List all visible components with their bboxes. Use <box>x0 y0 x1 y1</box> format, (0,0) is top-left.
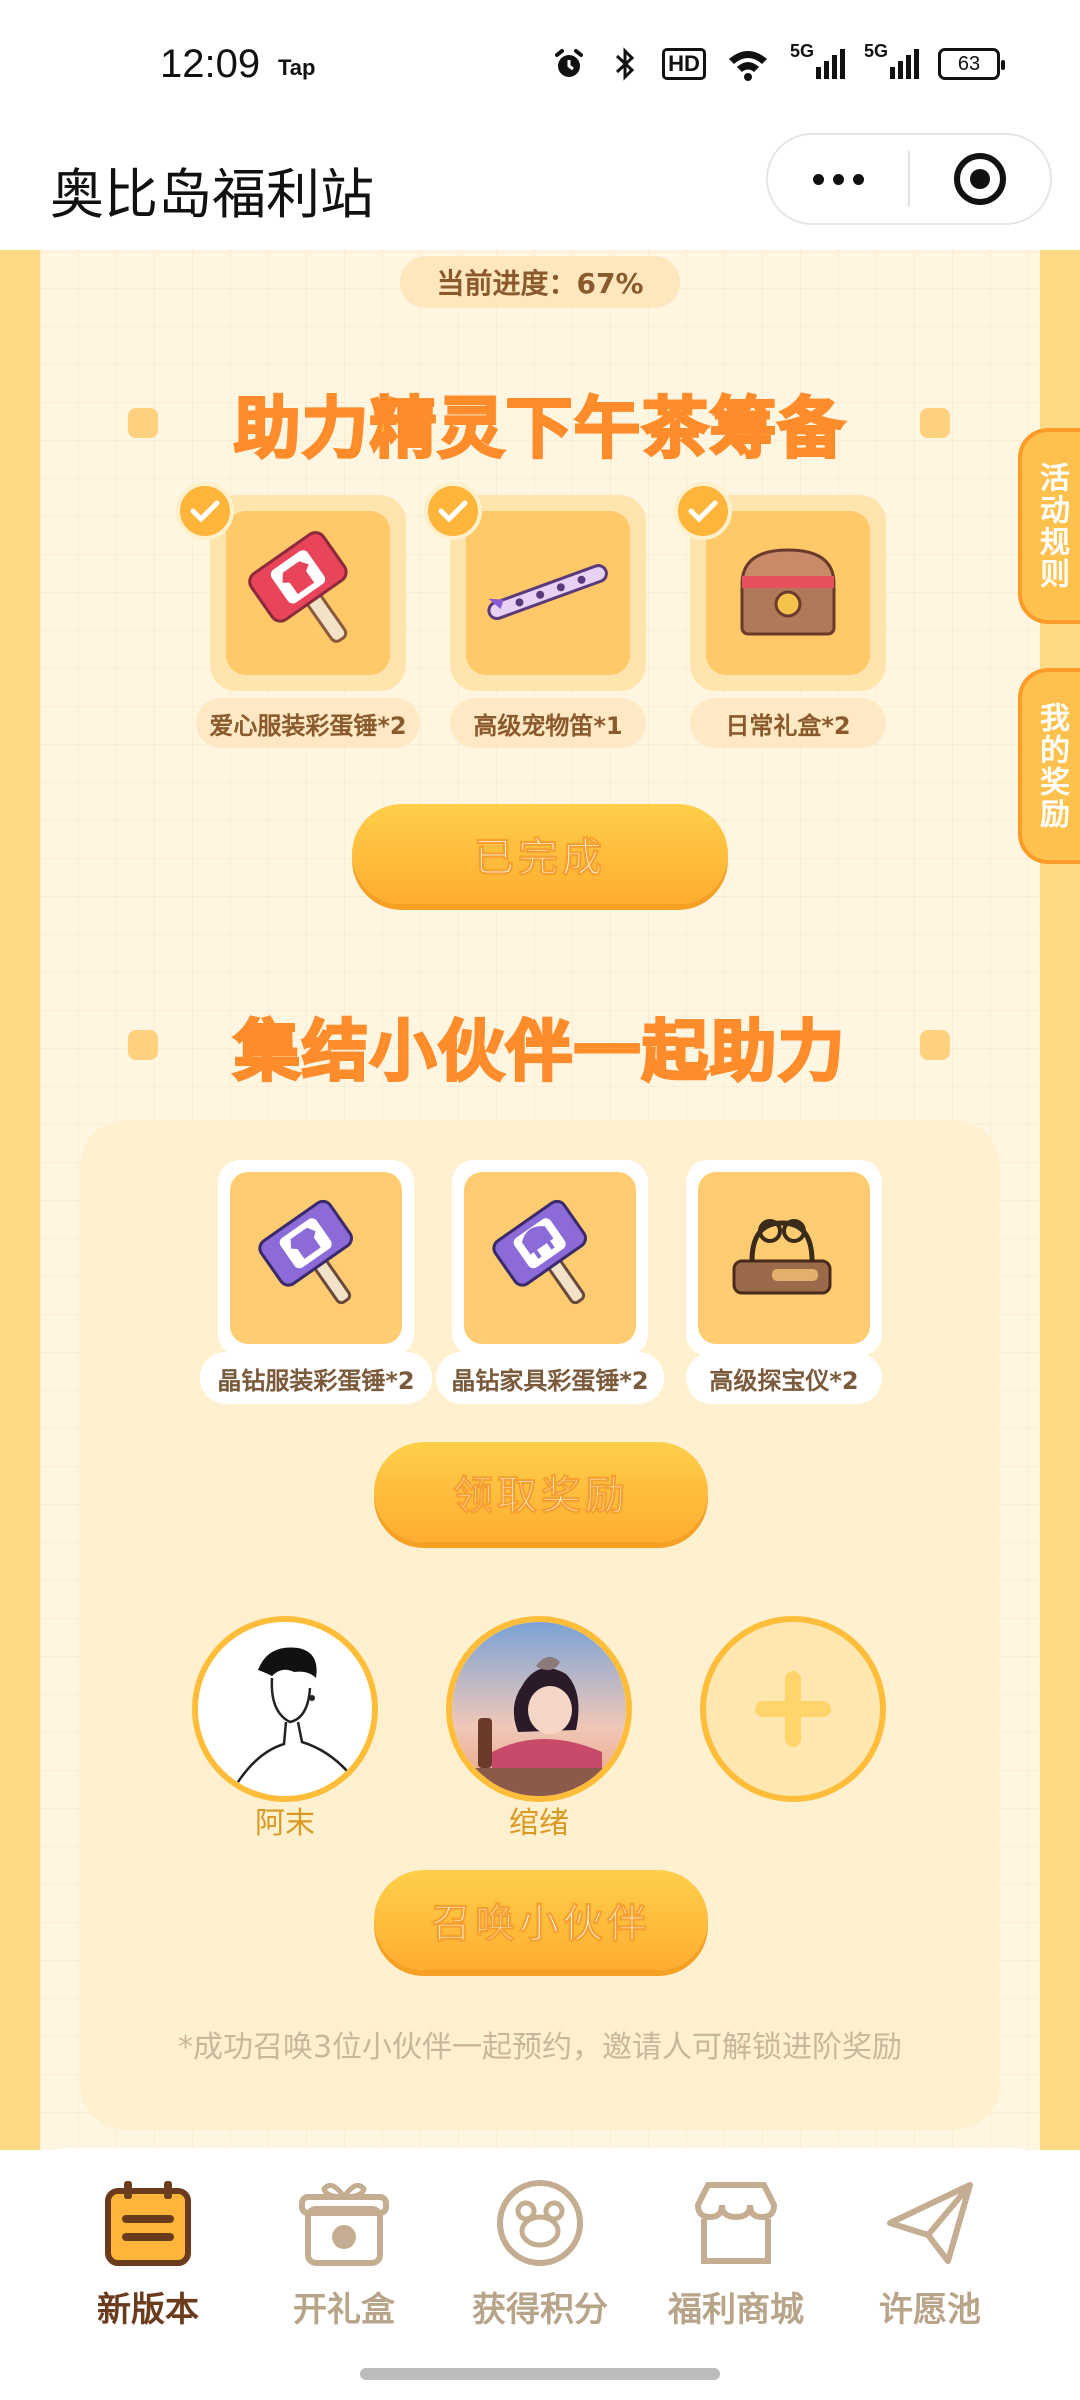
nav-open-gift[interactable]: 开礼盒 <box>254 2168 434 2331</box>
more-dot-icon <box>852 173 864 185</box>
main-content[interactable]: 当前进度：67% 助力精灵下午茶筹备 爱心服装彩蛋锤*2 高级宠物笛*1 日常礼… <box>0 250 1080 2150</box>
crystal-clothes-hammer-icon <box>258 1199 353 1305</box>
paper-plane-icon <box>875 2168 985 2278</box>
shop-icon <box>681 2168 791 2278</box>
summon-partner-button[interactable]: 召唤小伙伴 <box>374 1870 708 1970</box>
check-icon <box>176 482 234 540</box>
nav-earn-points[interactable]: 获得积分 <box>450 2168 630 2331</box>
heading-deco-right <box>920 1030 950 1060</box>
invite-note: *成功召唤3位小伙伴一起预约，邀请人可解锁进阶奖励 <box>177 2030 903 2065</box>
treasure-chest-icon <box>740 548 836 636</box>
completed-button[interactable]: 已完成 <box>352 804 728 904</box>
crystal-furniture-hammer-icon <box>492 1199 587 1305</box>
reward-label: 高级探宝仪*2 <box>686 1352 882 1404</box>
reward-card <box>450 495 646 691</box>
claim-reward-button[interactable]: 领取奖励 <box>374 1442 708 1542</box>
target-icon <box>954 153 1006 205</box>
nav-welfare-mall[interactable]: 福利商城 <box>646 2168 826 2331</box>
check-icon <box>424 482 482 540</box>
home-indicator[interactable] <box>360 2368 720 2380</box>
heart-clothes-hammer-icon <box>248 531 348 643</box>
signal-2-icon: 5G <box>864 41 920 83</box>
partner-avatar[interactable] <box>192 1616 378 1802</box>
battery-indicator: 63 <box>938 48 1005 80</box>
nav-label: 福利商城 <box>668 2290 804 2330</box>
points-bear-icon <box>485 2168 595 2278</box>
bottom-nav: 新版本 开礼盒 获得积分 福利商城 许愿池 <box>0 2148 1080 2400</box>
hd-icon: HD <box>662 45 706 83</box>
page-title: 奥比岛福利站 <box>50 163 374 226</box>
calendar-icon <box>93 2168 203 2278</box>
section2-heading: 集结小伙伴一起助力 <box>233 1012 846 1092</box>
heading-deco-right <box>920 408 950 438</box>
nav-wishing-pool[interactable]: 许愿池 <box>840 2168 1020 2331</box>
bluetooth-icon <box>606 45 644 83</box>
activity-rules-tab[interactable]: 活动规则 <box>1018 428 1080 624</box>
reward-card <box>218 1160 414 1356</box>
check-icon <box>674 482 732 540</box>
treasure-detector-icon <box>732 1219 832 1295</box>
girl-with-cat-avatar <box>452 1622 626 1796</box>
partner-name: 阿末 <box>255 1806 315 1841</box>
progress-label: 当前进度：67% <box>400 256 680 308</box>
section1-heading: 助力精灵下午茶筹备 <box>233 389 846 469</box>
nav-label: 新版本 <box>97 2290 199 2330</box>
signal-1-icon: 5G <box>790 41 846 83</box>
status-bar: 12:09 Tap HD 5G 5G 63 <box>0 0 1080 130</box>
partner-avatar[interactable] <box>446 1616 632 1802</box>
alarm-icon <box>550 45 588 83</box>
capsule-menu <box>766 133 1052 225</box>
reward-label: 晶钻家具彩蛋锤*2 <box>436 1352 664 1404</box>
reward-label: 晶钻服装彩蛋锤*2 <box>200 1352 432 1404</box>
mini-program-title-bar: 奥比岛福利站 <box>0 130 1080 250</box>
more-dot-icon <box>832 173 844 185</box>
nav-label: 许愿池 <box>879 2290 981 2330</box>
reward-label: 高级宠物笛*1 <box>450 698 646 748</box>
more-button[interactable] <box>768 135 908 223</box>
status-icons: HD 5G 5G 63 <box>550 41 1005 83</box>
nav-new-version[interactable]: 新版本 <box>58 2168 238 2331</box>
my-rewards-tab[interactable]: 我的奖励 <box>1018 668 1080 864</box>
add-partner-button[interactable] <box>700 1616 886 1802</box>
gift-box-icon <box>289 2168 399 2278</box>
reward-label: 日常礼盒*2 <box>690 698 886 748</box>
wifi-icon <box>724 45 772 83</box>
pet-flute-icon <box>487 564 608 621</box>
status-tap-label: Tap <box>278 55 316 80</box>
nav-label: 开礼盒 <box>293 2290 395 2330</box>
plus-icon <box>755 1671 831 1747</box>
more-dot-icon <box>812 173 824 185</box>
reward-card <box>686 1160 882 1356</box>
partner-name: 绾绪 <box>509 1806 569 1841</box>
reward-card <box>452 1160 648 1356</box>
reward-card <box>210 495 406 691</box>
status-time: 12:09 <box>160 42 261 86</box>
close-miniprogram-button[interactable] <box>910 135 1050 223</box>
nav-label: 获得积分 <box>472 2290 608 2330</box>
reward-label: 爱心服装彩蛋锤*2 <box>196 698 420 748</box>
left-border-strip <box>0 250 40 2150</box>
sketch-portrait-avatar <box>198 1622 372 1796</box>
